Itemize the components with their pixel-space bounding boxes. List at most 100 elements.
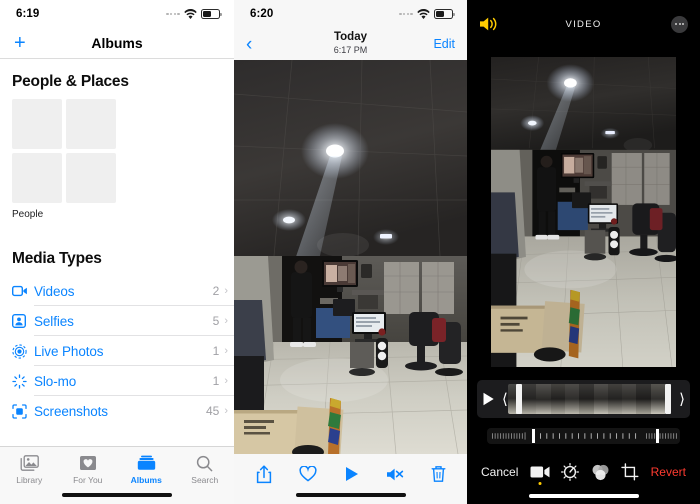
- viewer-title-block: Today 6:17 PM: [234, 31, 467, 56]
- list-item-slo-mo[interactable]: Slo-mo 1 ›: [0, 366, 234, 396]
- list-item-label: Slo-mo: [34, 373, 77, 389]
- room-interior-video-frame[interactable]: [491, 57, 676, 367]
- list-item-count: 1: [212, 344, 220, 358]
- scrubber-marker-end[interactable]: [656, 429, 659, 443]
- signal-dots-icon: [399, 12, 413, 16]
- panel-video-editor: VIDEO ⟨ ⟩ Cancel Revert: [467, 0, 700, 504]
- list-item-count: 2: [212, 284, 220, 298]
- play-button[interactable]: [344, 466, 359, 482]
- editor-tool-bar: Cancel Revert: [467, 452, 700, 504]
- mute-button[interactable]: [386, 467, 404, 482]
- room-interior-photo[interactable]: [234, 60, 467, 454]
- list-item-selfies[interactable]: Selfies 5 ›: [0, 306, 234, 336]
- viewer-title: Today: [333, 31, 367, 44]
- tab-search[interactable]: Search: [176, 453, 235, 485]
- media-types-list: Videos 2 › Selfies 5 › Live Photos 1 › S…: [0, 276, 234, 426]
- status-bar-indicators: [166, 9, 222, 19]
- video-trim-icon[interactable]: [530, 465, 550, 479]
- chevron-right-icon: ›: [224, 285, 228, 297]
- crop-rotate-icon[interactable]: [621, 463, 639, 481]
- tab-label: Search: [191, 475, 219, 485]
- chevron-right-icon: ›: [224, 345, 228, 357]
- photos-library-icon: [20, 453, 39, 473]
- list-item-live-photos[interactable]: Live Photos 1 ›: [0, 336, 234, 366]
- trim-bracket-right: ⟩: [679, 390, 685, 408]
- slomo-icon: [12, 373, 34, 389]
- section-title-media-types: Media Types: [12, 250, 102, 267]
- people-thumb[interactable]: [12, 153, 62, 203]
- video-camera-icon: [12, 285, 34, 297]
- viewer-toolbar: [234, 454, 467, 504]
- home-indicator: [528, 494, 639, 498]
- viewer-nav-bar: ‹ Today 6:17 PM Edit: [234, 28, 467, 60]
- status-bar: 6:19: [0, 0, 234, 28]
- battery-icon: [201, 9, 222, 19]
- ruler-ticks: [487, 428, 680, 444]
- people-thumb[interactable]: [66, 99, 116, 149]
- signal-dots-icon: [166, 12, 180, 16]
- video-filmstrip[interactable]: ⟨ ⟩: [477, 380, 690, 418]
- edit-button[interactable]: Edit: [433, 37, 455, 51]
- tab-label: Library: [16, 475, 43, 485]
- battery-icon: [434, 9, 455, 19]
- share-button[interactable]: [256, 464, 272, 484]
- chevron-right-icon: ›: [224, 375, 228, 387]
- trim-handle-right[interactable]: [665, 384, 672, 414]
- selfie-portrait-icon: [12, 314, 34, 328]
- three-panel-screenshot: 6:19 + Albums People & Places People Med…: [0, 0, 700, 504]
- people-thumb[interactable]: [12, 99, 62, 149]
- play-icon[interactable]: [482, 392, 495, 406]
- people-thumb[interactable]: [66, 153, 116, 203]
- video-preview-stage: [467, 48, 700, 376]
- list-item-screenshots[interactable]: Screenshots 45 ›: [0, 396, 234, 426]
- status-bar-time: 6:20: [250, 8, 274, 20]
- speaker-on-icon[interactable]: [479, 16, 499, 32]
- list-item-label: Screenshots: [34, 403, 108, 419]
- tab-albums[interactable]: Albums: [117, 453, 176, 485]
- video-scrubber-ruler[interactable]: [487, 428, 680, 444]
- tab-for-you[interactable]: For You: [59, 453, 118, 485]
- tab-label: For You: [73, 475, 103, 485]
- cancel-button[interactable]: Cancel: [481, 465, 518, 479]
- albums-nav-bar: + Albums: [0, 28, 234, 58]
- chevron-left-icon[interactable]: ‹: [246, 35, 252, 54]
- for-you-heart-icon: [79, 453, 97, 473]
- home-indicator: [62, 493, 172, 497]
- plus-icon[interactable]: +: [14, 33, 26, 53]
- wifi-icon: [417, 9, 430, 19]
- live-photo-icon: [12, 343, 34, 359]
- page-title: Albums: [91, 35, 143, 51]
- revert-button[interactable]: Revert: [651, 465, 686, 479]
- tab-label: Albums: [130, 475, 162, 485]
- list-item-count: 5: [212, 314, 220, 328]
- viewer-subtitle: 6:17 PM: [333, 45, 368, 56]
- tab-library[interactable]: Library: [0, 453, 59, 485]
- people-album-label: People: [12, 209, 44, 220]
- list-item-videos[interactable]: Videos 2 ›: [0, 276, 234, 306]
- filmstrip-thumbnails[interactable]: [507, 384, 679, 414]
- list-item-label: Videos: [34, 283, 75, 299]
- panel-albums: 6:19 + Albums People & Places People Med…: [0, 0, 234, 504]
- more-options-icon[interactable]: [671, 15, 688, 33]
- filters-icon[interactable]: [591, 464, 610, 481]
- scrubber-marker-start[interactable]: [532, 429, 535, 443]
- home-indicator: [295, 493, 406, 497]
- favorite-button[interactable]: [298, 466, 317, 482]
- video-trim-area: ⟨ ⟩: [467, 376, 700, 444]
- panel-photo-viewer: 6:20 ‹ Today 6:17 PM Edit: [234, 0, 467, 504]
- list-item-label: Selfies: [34, 313, 74, 329]
- people-thumbnail-grid[interactable]: [12, 99, 116, 203]
- chevron-right-icon: ›: [224, 315, 228, 327]
- albums-scroll-area[interactable]: People & Places People Media Types Video…: [0, 59, 234, 475]
- section-title-people-places: People & Places: [12, 73, 129, 90]
- editor-title: VIDEO: [565, 18, 602, 30]
- editor-nav-bar: VIDEO: [467, 0, 700, 48]
- albums-folder-icon: [137, 453, 156, 473]
- adjust-dial-icon[interactable]: [561, 463, 580, 481]
- delete-button[interactable]: [431, 465, 446, 483]
- status-bar-time: 6:19: [16, 8, 40, 20]
- chevron-right-icon: ›: [224, 405, 228, 417]
- wifi-icon: [184, 9, 197, 19]
- trim-handle-left[interactable]: [515, 384, 522, 414]
- list-item-label: Live Photos: [34, 343, 104, 359]
